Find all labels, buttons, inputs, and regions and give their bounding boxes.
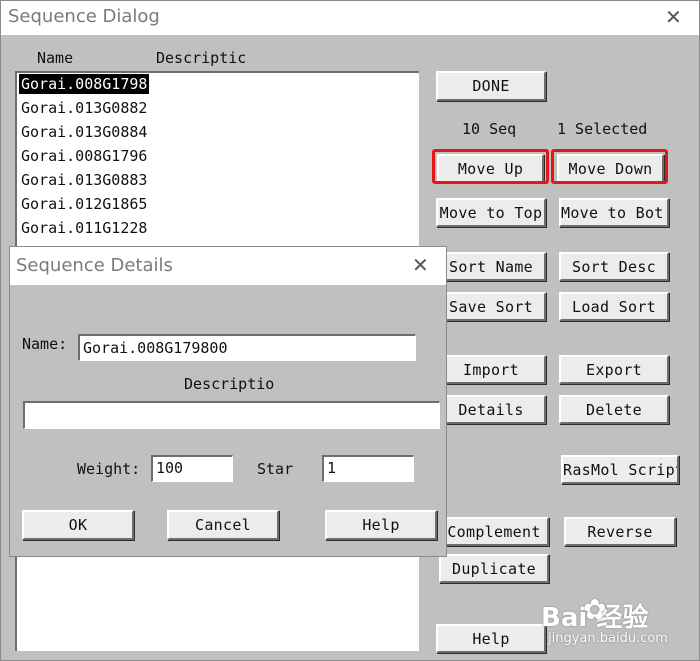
column-header-description[interactable]: Descriptic <box>156 49 246 67</box>
save-sort-button[interactable]: Save Sort <box>436 292 546 321</box>
name-field[interactable]: Gorai.008G179800 <box>78 334 416 361</box>
description-label: Descriptio <box>184 375 275 393</box>
list-item[interactable]: Gorai.011G1228 <box>19 218 149 238</box>
close-icon[interactable]: ✕ <box>665 5 682 29</box>
rasmol-script-button[interactable]: RasMol Script <box>561 455 679 484</box>
sort-name-button[interactable]: Sort Name <box>436 252 546 281</box>
details-help-button[interactable]: Help <box>325 510 437 540</box>
sequence-dialog-title: Sequence Dialog <box>8 6 160 27</box>
details-dialog-titlebar: Sequence Details ✕ <box>10 247 446 285</box>
reverse-button[interactable]: Reverse <box>564 517 676 546</box>
import-button[interactable]: Import <box>436 355 546 384</box>
list-item[interactable]: Gorai.013G0883 <box>19 170 149 190</box>
sequence-count: 10 Seq <box>462 120 517 138</box>
list-item[interactable]: Gorai.013G0882 <box>19 98 149 118</box>
done-button[interactable]: DONE <box>436 71 546 101</box>
list-item[interactable]: Gorai.012G1865 <box>19 194 149 214</box>
selected-count: 1 Selected <box>557 120 648 138</box>
ok-button[interactable]: OK <box>22 510 134 540</box>
help-button[interactable]: Help <box>436 624 546 653</box>
sequence-dialog-titlebar: Sequence Dialog ✕ <box>1 1 699 35</box>
cancel-button[interactable]: Cancel <box>167 510 279 540</box>
move-to-bottom-button[interactable]: Move to Bot. <box>559 198 669 227</box>
weight-label: Weight: <box>77 460 141 478</box>
start-label: Star <box>257 460 294 478</box>
export-button[interactable]: Export <box>559 355 669 384</box>
watermark-url: jingyan.baidu.com <box>548 631 668 646</box>
details-button[interactable]: Details <box>436 395 546 424</box>
move-down-highlight <box>551 149 668 184</box>
weight-field[interactable]: 100 <box>151 455 233 482</box>
list-item[interactable]: Gorai.008G1798 <box>19 74 150 94</box>
list-item[interactable]: Gorai.008G1796 <box>19 146 149 166</box>
list-item[interactable]: Gorai.013G0884 <box>19 122 149 142</box>
duplicate-button[interactable]: Duplicate <box>439 554 549 583</box>
close-icon[interactable]: ✕ <box>412 253 429 277</box>
move-to-top-button[interactable]: Move to Top <box>436 198 546 227</box>
description-field[interactable] <box>23 401 440 429</box>
sequence-details-dialog: Sequence Details ✕ Name: Gorai.008G17980… <box>9 246 447 557</box>
paw-icon: ✿ <box>583 593 607 626</box>
details-dialog-title: Sequence Details <box>16 255 173 276</box>
column-header-name[interactable]: Name <box>37 49 73 67</box>
load-sort-button[interactable]: Load Sort <box>559 292 669 321</box>
start-field[interactable]: 1 <box>322 455 414 482</box>
name-label: Name: <box>22 335 68 353</box>
sort-desc-button[interactable]: Sort Desc <box>559 252 669 281</box>
delete-button[interactable]: Delete <box>559 395 669 424</box>
complement-button[interactable]: Complement <box>439 517 549 546</box>
move-up-highlight <box>432 149 549 184</box>
